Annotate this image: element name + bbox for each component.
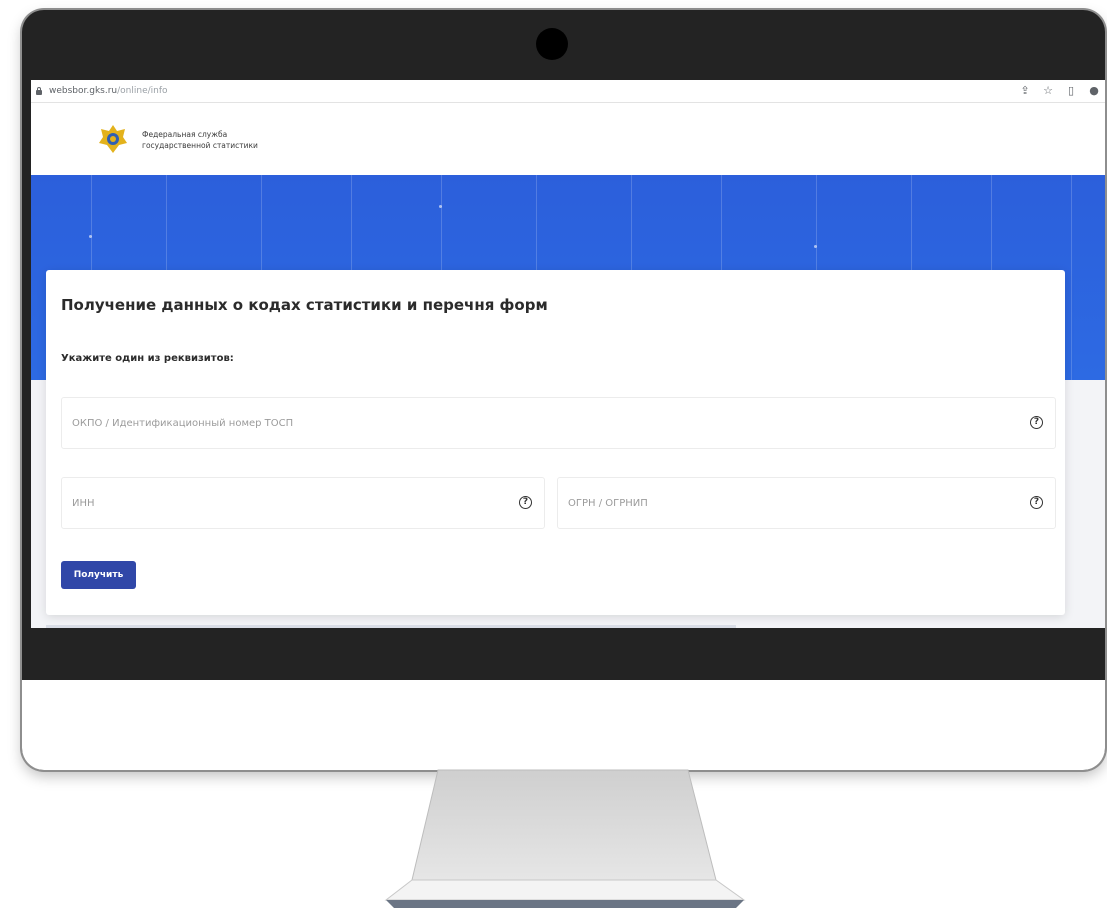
address-bar[interactable]: websbor.gks.ru/online/info ⇪ ☆ ▯ ● [31,80,1105,103]
help-icon[interactable]: ? [1030,496,1043,509]
url-path: /online/info [117,86,168,96]
help-icon[interactable]: ? [519,496,532,509]
help-icon[interactable]: ? [1030,416,1043,429]
emblem-logo-icon [99,125,127,153]
logo-line-2: государственной статистики [142,141,258,150]
ogrn-input[interactable] [558,478,1055,528]
monitor-frame: websbor.gks.ru/online/info ⇪ ☆ ▯ ● Федер… [22,10,1105,770]
profile-icon[interactable]: ● [1087,83,1101,97]
url-host: websbor.gks.ru [49,86,118,96]
form-card: Получение данных о кодах статистики и пе… [46,270,1065,615]
submit-button[interactable]: Получить [61,561,136,589]
form-subtitle: Укажите один из реквизитов: [61,353,234,364]
site-header: Федеральная служба государственной стати… [31,103,1105,175]
sidebar-icon[interactable]: ▯ [1064,83,1078,97]
monitor-chin [22,680,1105,770]
url-text[interactable]: websbor.gks.ru/online/info [49,86,168,96]
browser-toolbar: ⇪ ☆ ▯ ● [1018,83,1101,97]
browser-screen: websbor.gks.ru/online/info ⇪ ☆ ▯ ● Федер… [31,80,1105,628]
form-title: Получение данных о кодах статистики и пе… [61,296,548,314]
below-content-strip [46,625,736,628]
logo-line-1: Федеральная служба [142,130,228,139]
logo-text: Федеральная служба государственной стати… [142,129,258,151]
lock-icon [35,87,43,95]
camera-icon [536,28,568,60]
inn-field[interactable]: ? [61,477,545,529]
ogrn-field[interactable]: ? [557,477,1056,529]
star-icon[interactable]: ☆ [1041,83,1055,97]
share-icon[interactable]: ⇪ [1018,83,1032,97]
okpo-field[interactable]: ? [61,397,1056,449]
inn-input[interactable] [62,478,544,528]
okpo-input[interactable] [62,398,1055,448]
